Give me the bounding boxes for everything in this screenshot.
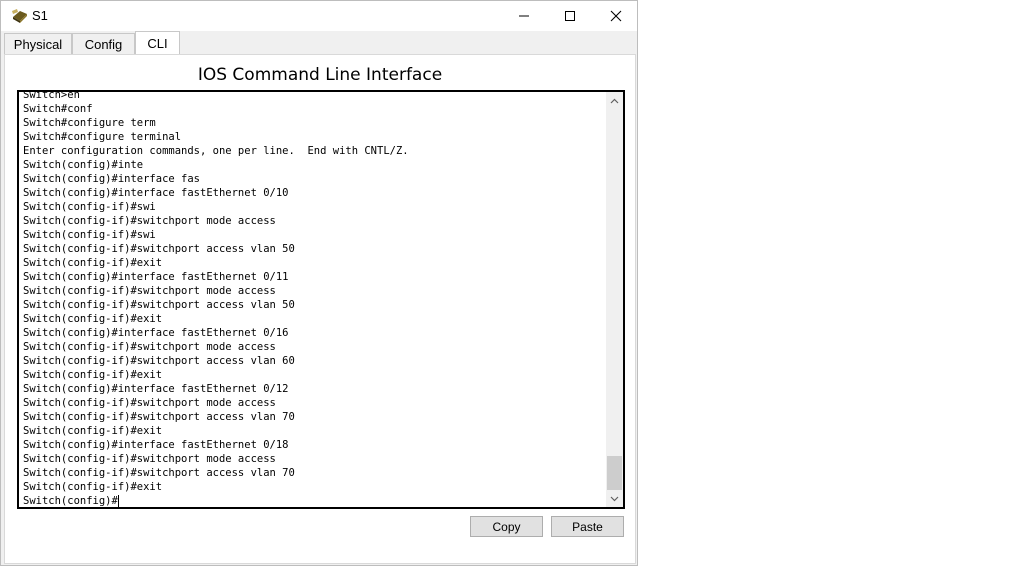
copy-button[interactable]: Copy bbox=[470, 516, 543, 537]
terminal-line: Switch(config)#interface fastEthernet 0/… bbox=[23, 271, 289, 283]
chevron-up-icon bbox=[610, 98, 619, 103]
terminal-scrollbar[interactable] bbox=[606, 92, 623, 507]
terminal-line: Switch(config)#inte bbox=[23, 159, 144, 171]
terminal-line: Switch(config-if)#switchport access vlan… bbox=[23, 355, 295, 367]
terminal-line: Enter configuration commands, one per li… bbox=[23, 145, 409, 157]
terminal-line: Switch(config-if)#exit bbox=[23, 313, 163, 325]
terminal-line: Switch#conf bbox=[23, 103, 93, 115]
terminal-line: Switch#configure terminal bbox=[23, 131, 182, 143]
cli-panel: IOS Command Line Interface Switch>en Swit… bbox=[4, 54, 636, 564]
scroll-up-button[interactable] bbox=[606, 92, 623, 109]
terminal-line: Switch(config-if)#exit bbox=[23, 425, 163, 437]
minimize-button[interactable] bbox=[501, 1, 547, 31]
title-bar[interactable]: S1 bbox=[1, 1, 637, 31]
scrollbar-thumb[interactable] bbox=[607, 456, 622, 490]
window-title: S1 bbox=[32, 8, 48, 23]
terminal-line: Switch#configure term bbox=[23, 117, 156, 129]
chevron-down-icon bbox=[610, 496, 619, 501]
terminal-line: Switch(config-if)#switchport mode access bbox=[23, 341, 276, 353]
terminal-line: Switch(config)# bbox=[23, 495, 119, 507]
tab-config[interactable]: Config bbox=[72, 33, 135, 54]
terminal-line: Switch(config-if)#switchport mode access bbox=[23, 215, 276, 227]
terminal-line: Switch(config-if)#exit bbox=[23, 369, 163, 381]
terminal-line: Switch(config-if)#switchport access vlan… bbox=[23, 467, 295, 479]
terminal-line: Switch(config-if)#switchport access vlan… bbox=[23, 243, 295, 255]
terminal-line: Switch(config-if)#switchport mode access bbox=[23, 453, 276, 465]
minimize-icon bbox=[519, 15, 529, 17]
cli-heading: IOS Command Line Interface bbox=[197, 65, 443, 85]
terminal-line: Switch(config-if)#switchport access vlan… bbox=[23, 411, 295, 423]
cli-terminal[interactable]: Switch>en Switch#conf Switch#configure ter… bbox=[17, 90, 625, 509]
terminal-line: Switch(config)#interface fastEthernet 0/… bbox=[23, 439, 289, 451]
close-button[interactable] bbox=[593, 1, 639, 31]
terminal-line: Switch(config-if)#switchport mode access bbox=[23, 397, 276, 409]
terminal-output: Switch>en Switch#conf Switch#configure ter… bbox=[23, 90, 603, 507]
tab-physical[interactable]: Physical bbox=[4, 33, 72, 54]
device-window: S1 Physical Config CLI IOS Command Line … bbox=[0, 0, 638, 566]
terminal-line: Switch(config)#interface fastEthernet 0/… bbox=[23, 327, 289, 339]
terminal-line: Switch(config-if)#switchport mode access bbox=[23, 285, 276, 297]
terminal-line: Switch(config-if)#exit bbox=[23, 481, 163, 493]
terminal-line: Switch(config)#interface fastEthernet 0/… bbox=[23, 187, 289, 199]
terminal-line: Switch(config)#interface fastEthernet 0/… bbox=[23, 383, 289, 395]
terminal-line: Switch(config-if)#switchport access vlan… bbox=[23, 299, 295, 311]
terminal-line: Switch>en bbox=[23, 90, 80, 101]
close-icon bbox=[610, 10, 622, 22]
switch-icon bbox=[12, 9, 27, 23]
maximize-icon bbox=[565, 11, 575, 21]
scroll-down-button[interactable] bbox=[606, 490, 623, 507]
terminal-line: Switch(config-if)#exit bbox=[23, 257, 163, 269]
terminal-line: Switch(config-if)#swi bbox=[23, 201, 156, 213]
maximize-button[interactable] bbox=[547, 1, 593, 31]
tab-cli[interactable]: CLI bbox=[135, 31, 180, 55]
terminal-line: Switch(config)#interface fas bbox=[23, 173, 201, 185]
paste-button[interactable]: Paste bbox=[551, 516, 624, 537]
text-cursor bbox=[117, 495, 119, 507]
terminal-line: Switch(config-if)#swi bbox=[23, 229, 156, 241]
